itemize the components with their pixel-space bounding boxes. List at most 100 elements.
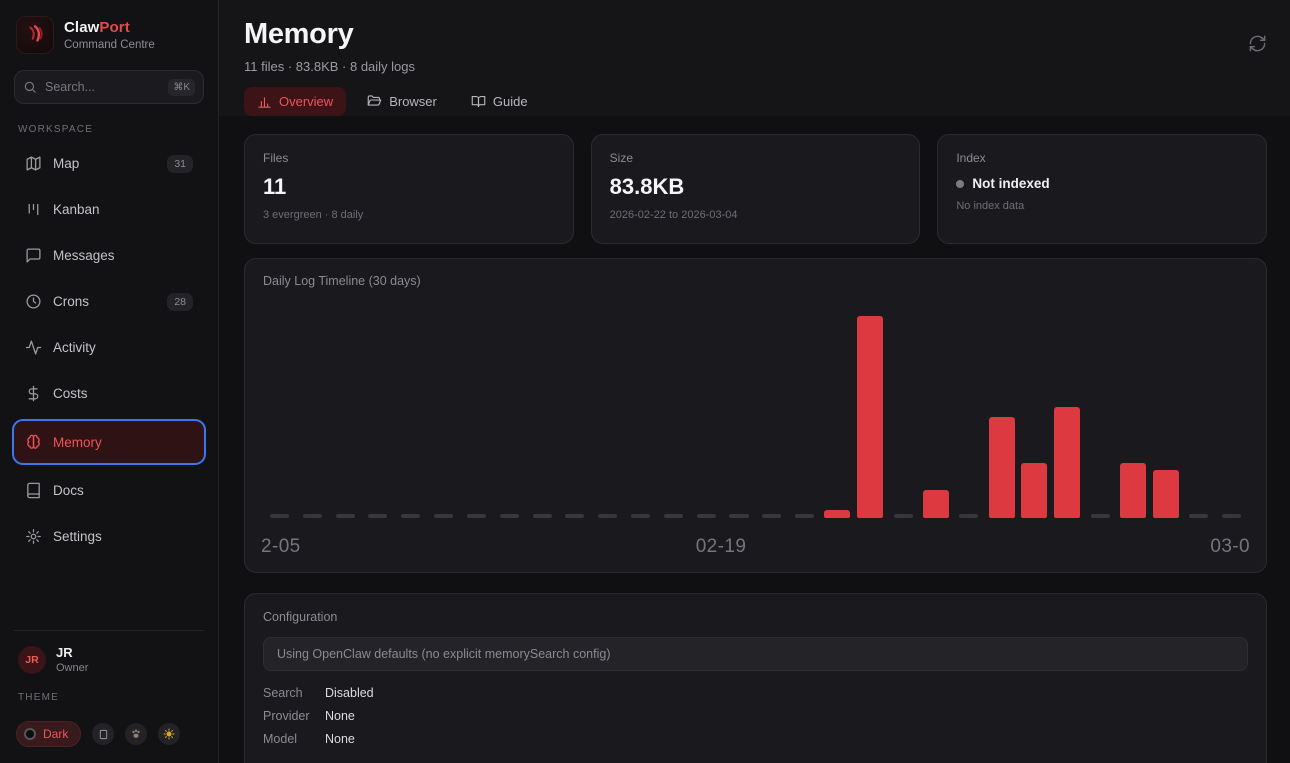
folder-open-icon — [367, 95, 382, 106]
chart-day-slot — [854, 312, 887, 518]
chart-day-slot — [526, 312, 559, 518]
chart-day-slot — [690, 312, 723, 518]
page-subtitle: 11 files · 83.8KB · 8 daily logs — [244, 59, 416, 74]
brand-name: ClawPort — [64, 19, 130, 36]
tab-overview[interactable]: Overview — [244, 87, 347, 116]
brand-text: ClawPort Command Centre — [64, 19, 155, 51]
sidebar-item-badge: 28 — [167, 292, 193, 311]
gear-icon — [26, 529, 41, 544]
tab-browser[interactable]: Browser — [354, 87, 450, 116]
baseline-dash — [401, 514, 421, 518]
sidebar-item-label: Costs — [53, 386, 88, 401]
brand: ClawPort Command Centre — [14, 14, 204, 66]
brand-subtitle: Command Centre — [64, 39, 155, 51]
daily-log-bar[interactable] — [1152, 470, 1179, 518]
sidebar-item-label: Messages — [53, 248, 115, 263]
baseline-dash — [269, 514, 289, 518]
stat-label: Index — [956, 151, 986, 165]
baseline-dash — [335, 514, 355, 518]
theme-option-card-button[interactable] — [92, 723, 115, 745]
book-icon — [27, 482, 40, 499]
theme-dark-button[interactable]: Dark — [16, 721, 82, 747]
sidebar-item-label: Activity — [53, 340, 96, 355]
chart-day-slot — [296, 312, 329, 518]
content-area: Files 11 3 evergreen · 8 daily Size 83.8… — [219, 116, 1290, 763]
sidebar-item-badge: 31 — [167, 154, 193, 173]
avatar: JR — [18, 645, 46, 674]
sidebar-nav: Map 31 Kanban Messages Crons 28 Activity — [14, 145, 204, 555]
bar-chart-icon — [258, 97, 271, 108]
baseline-dash — [368, 514, 388, 518]
refresh-button[interactable] — [1248, 34, 1267, 56]
index-stat-card: Index Not indexed No index data — [937, 134, 1267, 244]
daily-log-bar[interactable] — [988, 417, 1015, 518]
stat-value: 11 — [263, 174, 287, 199]
config-value: None — [325, 709, 355, 723]
daily-log-bar[interactable] — [922, 490, 949, 518]
paw-icon — [132, 729, 141, 738]
search-box[interactable]: ⌘K — [14, 70, 204, 104]
config-row-search: Search Disabled — [263, 686, 1248, 700]
tab-bar: Overview Browser Guide — [244, 87, 1267, 116]
theme-option-sun-button[interactable] — [158, 723, 181, 745]
daily-log-bar[interactable] — [1054, 407, 1081, 518]
dollar-icon — [28, 385, 39, 402]
sidebar-item-kanban[interactable]: Kanban — [14, 191, 204, 228]
stat-cards: Files 11 3 evergreen · 8 daily Size 83.8… — [244, 134, 1267, 244]
chart-day-slot — [1149, 312, 1182, 518]
sidebar-item-label: Kanban — [53, 202, 100, 217]
chart-day-slot — [952, 312, 985, 518]
sidebar-item-settings[interactable]: Settings — [14, 518, 204, 555]
baseline-dash — [795, 514, 815, 518]
theme-option-paw-button[interactable] — [125, 723, 148, 745]
daily-log-bar[interactable] — [1021, 463, 1048, 518]
daily-log-bar[interactable] — [857, 316, 884, 518]
user-profile[interactable]: JR JR Owner — [14, 630, 204, 688]
config-row-provider: Provider None — [263, 709, 1248, 723]
baseline-dash — [499, 514, 519, 518]
chart-day-slot — [1018, 312, 1051, 518]
baseline-dash — [1090, 514, 1110, 518]
chart-day-slot — [558, 312, 591, 518]
user-name: JR — [56, 645, 73, 660]
baseline-dash — [565, 514, 585, 518]
chart-day-slot — [263, 312, 296, 518]
index-status-text: Not indexed — [972, 176, 1050, 191]
baseline-dash — [696, 514, 716, 518]
page-header: Memory 11 files · 83.8KB · 8 daily logs … — [219, 0, 1290, 116]
chart-day-slot — [1084, 312, 1117, 518]
chart-day-slot — [591, 312, 624, 518]
sidebar-item-messages[interactable]: Messages — [14, 237, 204, 274]
sidebar-item-crons[interactable]: Crons 28 — [14, 283, 204, 320]
daily-log-bar[interactable] — [824, 510, 851, 518]
tab-guide[interactable]: Guide — [458, 87, 541, 116]
sidebar-item-activity[interactable]: Activity — [14, 329, 204, 366]
config-value: None — [325, 732, 355, 746]
sidebar-footer: JR JR Owner THEME Dark — [14, 630, 204, 763]
config-row-model: Model None — [263, 732, 1248, 746]
daily-log-timeline-chart: Daily Log Timeline (30 days) 2-05 02-19 … — [244, 258, 1267, 573]
baseline-dash — [729, 514, 749, 518]
sidebar-item-memory[interactable]: Memory — [14, 421, 204, 463]
stat-label: Files — [263, 151, 289, 165]
index-status-dot — [956, 179, 965, 188]
baseline-dash — [631, 514, 651, 518]
chart-day-slot — [1182, 312, 1215, 518]
baseline-dash — [302, 514, 322, 518]
search-input[interactable] — [45, 80, 161, 94]
book-open-icon — [471, 95, 486, 108]
chart-day-slot — [1117, 312, 1150, 518]
sidebar-item-map[interactable]: Map 31 — [14, 145, 204, 182]
chart-day-slot — [1051, 312, 1084, 518]
sidebar-item-label: Settings — [53, 529, 102, 544]
chart-day-slot — [657, 312, 690, 518]
chart-day-slot — [755, 312, 788, 518]
sidebar-item-docs[interactable]: Docs — [14, 472, 204, 509]
daily-log-bar[interactable] — [1119, 463, 1146, 518]
search-icon — [24, 81, 36, 93]
sidebar-item-costs[interactable]: Costs — [14, 375, 204, 412]
message-bubble-icon — [26, 248, 41, 263]
card-icon — [99, 729, 108, 739]
baseline-dash — [434, 514, 454, 518]
files-stat-card: Files 11 3 evergreen · 8 daily — [244, 134, 574, 244]
